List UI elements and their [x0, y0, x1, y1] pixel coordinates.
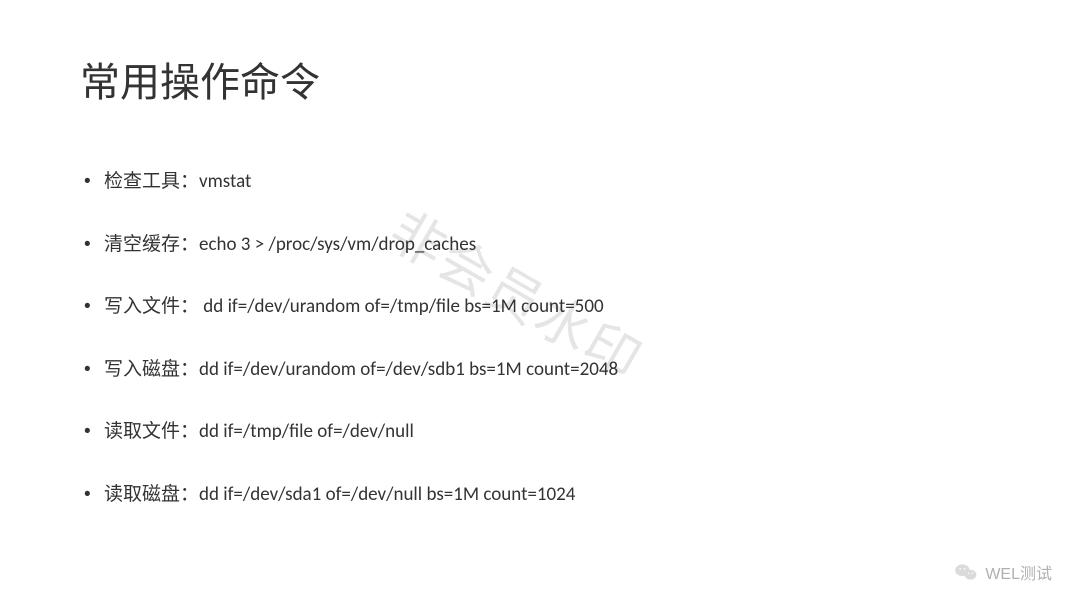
- footer-brand: WEL测试: [955, 560, 1052, 584]
- list-item: 清空缓存：echo 3 > /proc/sys/vm/drop_caches: [80, 231, 1000, 260]
- item-label: 读取文件：: [104, 421, 199, 442]
- item-command: dd if=/tmp/file of=/dev/null: [199, 420, 414, 443]
- item-command: dd if=/dev/urandom of=/dev/sdb1 bs=1M co…: [199, 358, 618, 381]
- item-command: dd if=/dev/urandom of=/tmp/file bs=1M co…: [199, 295, 604, 318]
- item-label: 读取磁盘：: [104, 484, 199, 505]
- list-item: 读取磁盘：dd if=/dev/sda1 of=/dev/null bs=1M …: [80, 481, 1000, 510]
- command-list: 检查工具：vmstat 清空缓存：echo 3 > /proc/sys/vm/d…: [80, 168, 1000, 509]
- slide-container: 常用操作命令 检查工具：vmstat 清空缓存：echo 3 > /proc/s…: [0, 0, 1080, 608]
- item-command: dd if=/dev/sda1 of=/dev/null bs=1M count…: [199, 483, 575, 506]
- item-command: vmstat: [199, 170, 251, 193]
- item-label: 清空缓存：: [104, 234, 199, 255]
- item-label: 写入文件：: [104, 296, 199, 317]
- list-item: 读取文件：dd if=/tmp/file of=/dev/null: [80, 418, 1000, 447]
- item-command: echo 3 > /proc/sys/vm/drop_caches: [199, 233, 476, 256]
- wechat-icon: [955, 563, 977, 581]
- item-label: 写入磁盘：: [104, 359, 199, 380]
- list-item: 写入磁盘：dd if=/dev/urandom of=/dev/sdb1 bs=…: [80, 356, 1000, 385]
- list-item: 检查工具：vmstat: [80, 168, 1000, 197]
- list-item: 写入文件： dd if=/dev/urandom of=/tmp/file bs…: [80, 293, 1000, 322]
- item-label: 检查工具：: [104, 171, 199, 192]
- slide-title: 常用操作命令: [80, 50, 1000, 108]
- footer-brand-text: WEL测试: [985, 560, 1052, 584]
